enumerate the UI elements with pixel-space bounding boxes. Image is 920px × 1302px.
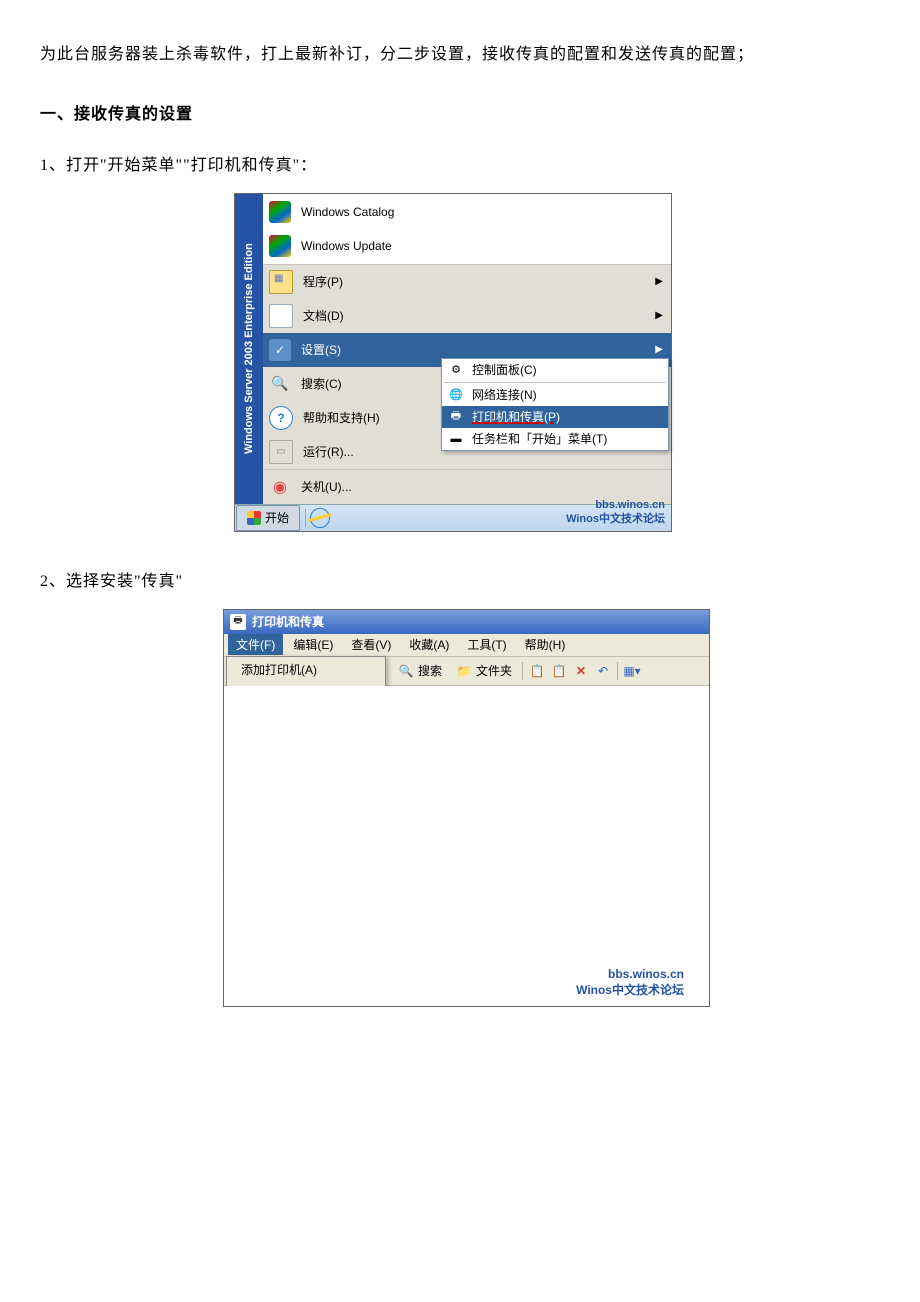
ie-icon[interactable] [310, 508, 330, 528]
intro-paragraph: 为此台服务器装上杀毒软件，打上最新补订，分二步设置，接收传真的配置和发送传真的配… [40, 40, 880, 70]
menu-help[interactable]: 帮助(H) [517, 634, 574, 655]
documents-icon [269, 304, 293, 328]
network-icon: 🌐 [448, 387, 464, 403]
screenshot-start-menu: Windows Server 2003 Enterprise Edition W… [234, 193, 672, 532]
run-icon [269, 440, 293, 464]
settings-icon [269, 339, 291, 361]
submenu-control-panel[interactable]: ⚙控制面板(C) [442, 359, 668, 381]
taskbar-icon: ▬ [448, 431, 464, 447]
window-titlebar: 打印机和传真 [224, 610, 709, 634]
watermark: bbs.winos.cn Winos中文技术论坛 [576, 967, 684, 998]
menu-item-windows-catalog[interactable]: Windows Catalog [263, 195, 671, 229]
copy-to-icon[interactable]: 📋 [529, 663, 545, 679]
shutdown-icon [269, 476, 291, 498]
move-to-icon[interactable]: 📋 [551, 663, 567, 679]
menu-edit[interactable]: 编辑(E) [285, 634, 341, 655]
toolbar-folders[interactable]: 📁文件夹 [452, 660, 516, 681]
menu-view[interactable]: 查看(V) [343, 634, 399, 655]
undo-icon[interactable]: ↶ [595, 663, 611, 679]
settings-submenu: ⚙控制面板(C) 🌐网络连接(N) 🖶打印机和传真(P) ▬任务栏和「开始」菜单… [441, 358, 669, 451]
menu-tools[interactable]: 工具(T) [459, 634, 514, 655]
help-icon [269, 406, 293, 430]
folders-icon: 📁 [456, 663, 472, 679]
start-flag-icon [247, 511, 261, 525]
control-panel-icon: ⚙ [448, 362, 464, 378]
watermark: bbs.winos.cn [595, 499, 665, 511]
submenu-arrow-icon: ▶ [655, 344, 663, 355]
file-add-printer[interactable]: 添加打印机(A) [227, 657, 385, 682]
start-menu-side-banner: Windows Server 2003 Enterprise Edition [235, 194, 263, 504]
windows-flag-icon [269, 201, 291, 223]
window-icon [230, 614, 246, 630]
submenu-taskbar[interactable]: ▬任务栏和「开始」菜单(T) [442, 428, 668, 450]
section-heading-1: 一、接收传真的设置 [40, 100, 880, 130]
windows-flag-icon [269, 235, 291, 257]
menu-item-windows-update[interactable]: Windows Update [263, 229, 671, 263]
window-title: 打印机和传真 [252, 613, 324, 630]
search-icon: 🔍 [398, 663, 414, 679]
toolbar-search[interactable]: 🔍搜索 [394, 660, 446, 681]
views-icon[interactable]: ▦▾ [624, 663, 640, 679]
content-area: bbs.winos.cn Winos中文技术论坛 [224, 686, 709, 1006]
menu-item-programs[interactable]: 程序(P)▶ [263, 265, 671, 299]
step-1: 1、打开"开始菜单""打印机和传真"： [40, 151, 880, 175]
printer-icon: 🖶 [448, 409, 464, 425]
start-button[interactable]: 开始 [236, 505, 300, 531]
menu-file[interactable]: 文件(F) [228, 634, 283, 655]
submenu-arrow-icon: ▶ [655, 310, 663, 321]
taskbar-watermark: Winos中文技术论坛 [566, 510, 671, 526]
programs-icon [269, 270, 293, 294]
menu-favorites[interactable]: 收藏(A) [401, 634, 457, 655]
screenshot-printers-window: 打印机和传真 文件(F) 编辑(E) 查看(V) 收藏(A) 工具(T) 帮助(… [223, 609, 710, 1007]
step-2: 2、选择安装"传真" [40, 567, 880, 591]
submenu-printers-fax[interactable]: 🖶打印机和传真(P) [442, 406, 668, 428]
submenu-network[interactable]: 🌐网络连接(N) [442, 384, 668, 406]
search-icon [269, 373, 291, 395]
menu-item-documents[interactable]: 文档(D)▶ [263, 299, 671, 333]
menubar: 文件(F) 编辑(E) 查看(V) 收藏(A) 工具(T) 帮助(H) [224, 634, 709, 657]
submenu-arrow-icon: ▶ [655, 276, 663, 287]
delete-icon[interactable]: ✕ [573, 663, 589, 679]
